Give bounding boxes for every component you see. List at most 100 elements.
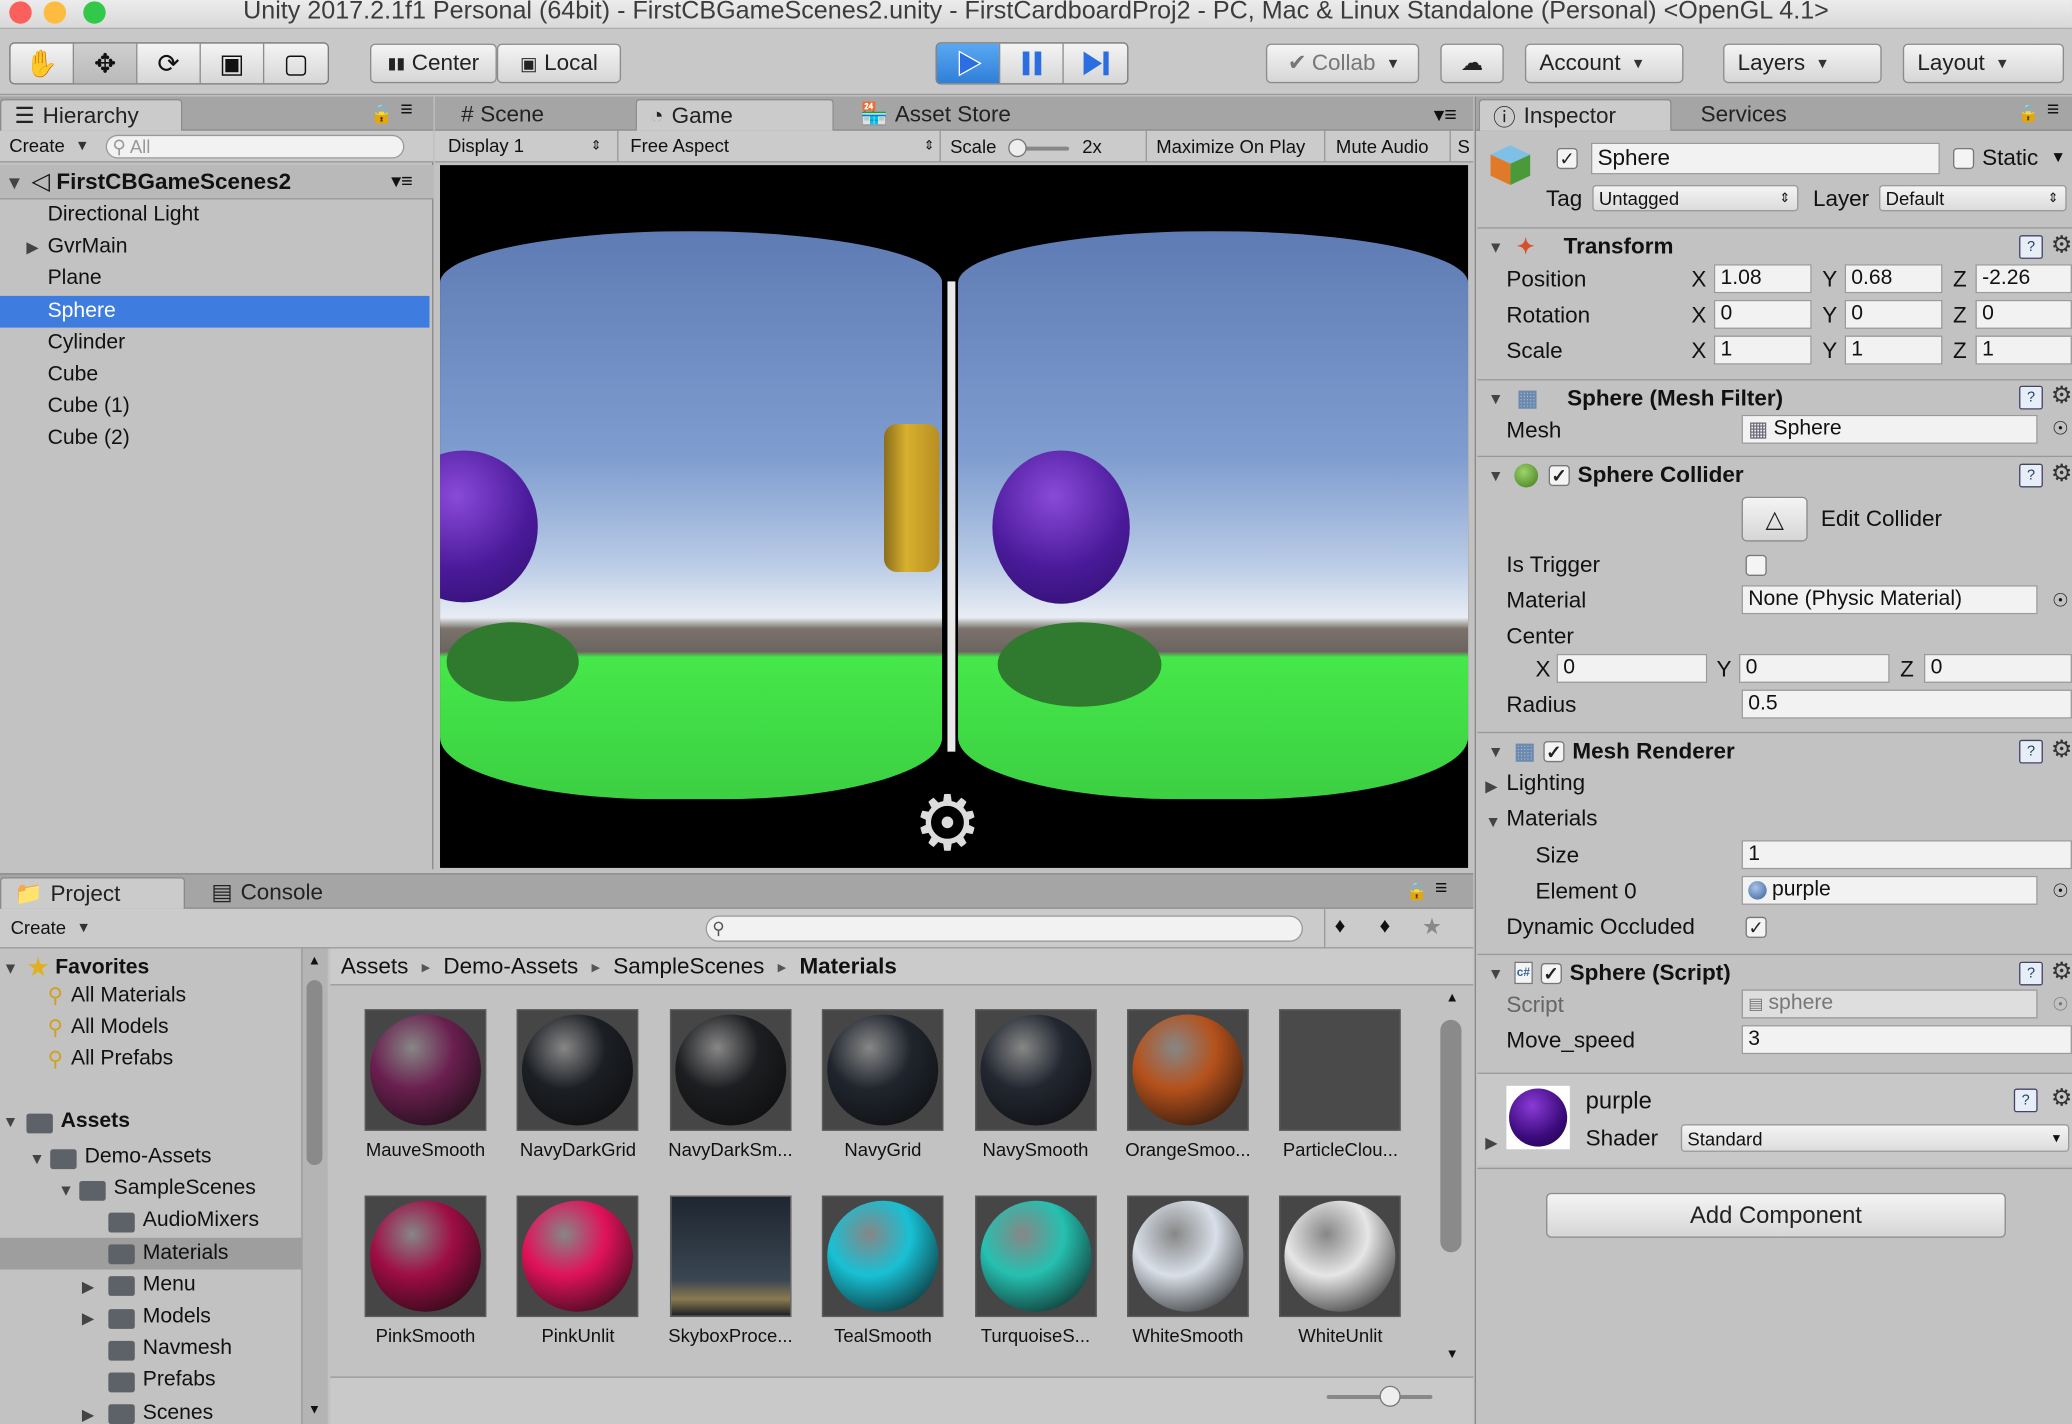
settings-gear-icon[interactable]: ⚙: [2051, 1085, 2072, 1113]
transform-z-input[interactable]: 1: [1975, 335, 2072, 365]
collapse-icon[interactable]: ▼: [29, 1149, 45, 1167]
tab-hierarchy[interactable]: ☰ Hierarchy: [0, 99, 183, 131]
folder-tree-item[interactable]: ▶ Models: [0, 1301, 301, 1333]
breadcrumb-item[interactable]: SampleScenes: [613, 953, 764, 979]
hierarchy-item[interactable]: ▶ GvrMain: [0, 231, 429, 263]
add-component-button[interactable]: Add Component: [1546, 1192, 2006, 1238]
mesh-object-field[interactable]: ▦ Sphere: [1741, 414, 2038, 444]
layer-dropdown[interactable]: Default ⇕: [1879, 184, 2067, 212]
stats-toggle[interactable]: S: [1458, 136, 1470, 157]
project-search-input[interactable]: ⚲: [705, 915, 1303, 942]
lighting-foldout[interactable]: Lighting: [1506, 770, 1585, 796]
material-asset[interactable]: PinkUnlit: [512, 1195, 644, 1346]
scroll-down-icon[interactable]: ▼: [308, 1403, 321, 1418]
active-checkbox[interactable]: ✓: [1556, 147, 1578, 170]
settings-gear-icon[interactable]: ⚙: [2051, 231, 2072, 259]
project-create-button[interactable]: Create: [11, 917, 88, 938]
panel-menu-icon[interactable]: ≡: [2047, 99, 2059, 123]
lock-icon[interactable]: 🔒: [1406, 881, 1427, 902]
settings-gear-icon[interactable]: ⚙: [2051, 736, 2072, 764]
material-asset[interactable]: NavySmooth: [969, 1009, 1101, 1160]
scene-menu-icon[interactable]: ▾≡: [391, 169, 413, 192]
dynamic-occluded-checkbox[interactable]: ✓: [1745, 916, 1767, 938]
hierarchy-item[interactable]: Cylinder: [0, 327, 429, 359]
transform-x-input[interactable]: 1: [1713, 335, 1812, 365]
folder-tree-item[interactable]: Prefabs: [0, 1365, 301, 1397]
asset-scroll-thumb[interactable]: [1440, 1019, 1462, 1253]
renderer-enabled-checkbox[interactable]: ✓: [1543, 740, 1565, 762]
display-dropdown[interactable]: Display 1 ⇕: [448, 135, 607, 156]
physic-material-field[interactable]: None (Physic Material): [1741, 585, 2038, 615]
folder-tree-item[interactable]: ▼ Demo-Assets: [0, 1141, 301, 1173]
transform-z-input[interactable]: -2.26: [1975, 264, 2072, 294]
collapse-icon[interactable]: ▼: [1488, 389, 1504, 407]
move-speed-input[interactable]: 3: [1741, 1025, 2072, 1055]
material-asset[interactable]: PinkSmooth: [359, 1195, 491, 1346]
view-menu-icon[interactable]: ▾≡: [1434, 102, 1457, 128]
layers-dropdown[interactable]: Layers: [1723, 43, 1882, 84]
search-by-label-icon[interactable]: ♦: [1380, 915, 1391, 939]
help-book-icon[interactable]: ?: [2019, 739, 2043, 764]
tab-project[interactable]: 📁 Project: [0, 877, 185, 909]
pause-button[interactable]: [1000, 43, 1064, 84]
transform-y-input[interactable]: 0: [1844, 299, 1943, 329]
game-render-area[interactable]: ⚙: [440, 165, 1469, 868]
hierarchy-item[interactable]: Directional Light: [0, 199, 429, 231]
move-tool-icon[interactable]: ✥: [73, 43, 138, 84]
material-asset[interactable]: SkyboxProce...: [664, 1195, 796, 1346]
folder-tree-item[interactable]: ▶ Scenes: [0, 1397, 301, 1424]
transform-x-input[interactable]: 0: [1713, 299, 1812, 329]
settings-gear-icon[interactable]: ⚙: [2051, 958, 2072, 986]
scene-header[interactable]: ▼ ◁ FirstCBGameScenes2 ▾≡: [0, 165, 434, 200]
collapse-icon[interactable]: ▼: [1488, 742, 1504, 760]
scroll-up-icon[interactable]: ▲: [1446, 991, 1459, 1006]
element-0-field[interactable]: purple: [1741, 875, 2038, 905]
panel-menu-icon[interactable]: ≡: [400, 99, 412, 123]
folder-tree-item[interactable]: ▼ SampleScenes: [0, 1173, 301, 1205]
edit-collider-button[interactable]: △: [1741, 496, 1808, 542]
tab-scene[interactable]: # Scene: [448, 99, 557, 131]
collapse-icon[interactable]: ▼: [3, 1112, 19, 1130]
material-asset[interactable]: NavyDarkGrid: [512, 1009, 644, 1160]
help-book-icon[interactable]: ?: [2019, 961, 2043, 986]
transform-component-header[interactable]: ▼ ✦ Transform: [1477, 227, 2072, 264]
expand-material-icon[interactable]: ▶: [1485, 1133, 1497, 1151]
pivot-center-button[interactable]: ▮▮ Center: [369, 43, 497, 84]
favorite-search-item[interactable]: ⚲ All Materials: [48, 983, 187, 1009]
material-asset[interactable]: NavyDarkSm...: [664, 1009, 796, 1160]
lock-icon[interactable]: 🔒: [2018, 103, 2039, 124]
materials-size-input[interactable]: 1: [1741, 840, 2072, 870]
account-dropdown[interactable]: Account: [1524, 43, 1684, 84]
rotate-tool-icon[interactable]: ⟳: [137, 43, 201, 84]
help-book-icon[interactable]: ?: [2019, 463, 2043, 488]
favorite-search-item[interactable]: ⚲ All Prefabs: [48, 1046, 174, 1072]
material-asset[interactable]: TurquoiseS...: [969, 1195, 1101, 1346]
tree-scrollbar[interactable]: ▲ ▼: [301, 948, 328, 1424]
aspect-dropdown[interactable]: Free Aspect ⇕: [630, 135, 934, 156]
thumbnail-size-slider-thumb[interactable]: [1379, 1385, 1401, 1407]
asset-scrollbar[interactable]: ▲ ▼: [1437, 985, 1473, 1377]
favorite-star-icon[interactable]: ★: [1422, 914, 1442, 940]
cloud-button[interactable]: ☁: [1440, 43, 1504, 84]
transform-y-input[interactable]: 1: [1844, 335, 1943, 365]
mesh-filter-header[interactable]: ▼ ▦ Sphere (Mesh Filter): [1477, 379, 2072, 416]
mute-audio-toggle[interactable]: Mute Audio: [1336, 136, 1429, 157]
static-checkbox[interactable]: [1953, 147, 1975, 170]
folder-tree-item[interactable]: Materials: [0, 1237, 302, 1269]
center-x-input[interactable]: 0: [1556, 653, 1708, 683]
expand-scene-icon[interactable]: ▼: [5, 171, 23, 192]
object-picker-icon[interactable]: ☉: [2052, 880, 2069, 902]
collapse-icon[interactable]: ▼: [58, 1181, 74, 1199]
scroll-down-icon[interactable]: ▼: [1446, 1347, 1459, 1362]
layout-dropdown[interactable]: Layout: [1902, 43, 2065, 84]
radius-input[interactable]: 0.5: [1741, 689, 2072, 719]
transform-z-input[interactable]: 0: [1975, 299, 2072, 329]
hierarchy-item[interactable]: Cube: [0, 359, 429, 391]
material-asset[interactable]: TealSmooth: [817, 1195, 949, 1346]
tab-console[interactable]: ▤ Console: [198, 877, 336, 909]
static-dropdown-arrow-icon[interactable]: ▾: [2053, 145, 2062, 167]
lock-icon[interactable]: 🔒: [370, 103, 393, 125]
transform-x-input[interactable]: 1.08: [1713, 264, 1812, 294]
tab-game[interactable]: ◔ Game: [635, 99, 834, 131]
materials-foldout[interactable]: Materials: [1506, 806, 1597, 832]
